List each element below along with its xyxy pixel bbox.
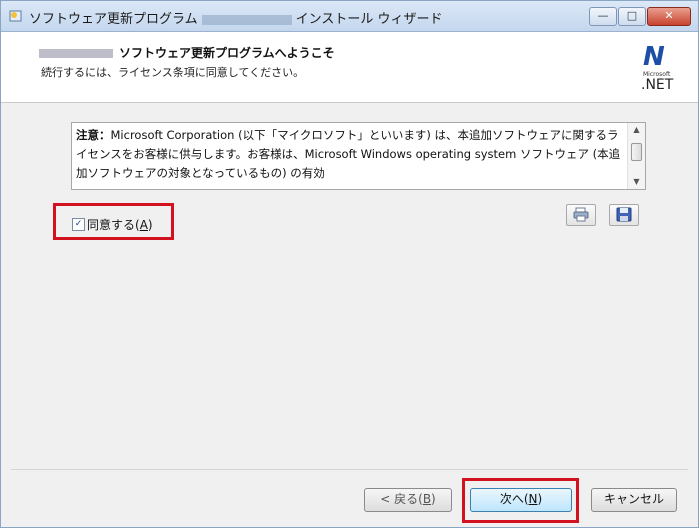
installer-window: ソフトウェア更新プログラム インストール ウィザード — □ ✕ ソフトウェア更新… <box>0 0 699 528</box>
back-label-suffix: ) <box>431 492 436 506</box>
agree-highlight: ✓ 同意する(A) <box>53 203 174 240</box>
window-title-prefix: ソフトウェア更新プログラム <box>29 12 198 27</box>
dotnet-text: .NET <box>641 77 674 93</box>
maximize-icon: □ <box>626 9 638 22</box>
redacted-product <box>39 49 113 58</box>
cancel-button[interactable]: キャンセル <box>591 488 677 512</box>
scroll-thumb[interactable] <box>631 143 642 161</box>
title-bar[interactable]: ソフトウェア更新プログラム インストール ウィザード — □ ✕ <box>1 1 698 32</box>
save-button[interactable] <box>609 204 639 226</box>
dotnet-mark-icon: N <box>643 42 665 72</box>
next-label-prefix: 次へ( <box>499 492 529 506</box>
dotnet-logo: N Microsoft .NET <box>641 44 681 96</box>
agree-checkbox[interactable]: ✓ <box>72 218 85 231</box>
back-label-prefix: < 戻る( <box>380 492 423 506</box>
window-title-suffix: インストール ウィザード <box>295 12 443 27</box>
agree-label[interactable]: 同意する(A) <box>87 216 153 233</box>
agree-accesskey: A <box>139 218 148 232</box>
next-button[interactable]: 次へ(N) <box>470 488 572 512</box>
save-icon <box>616 207 632 222</box>
scroll-down-icon[interactable]: ▼ <box>628 175 645 189</box>
minimize-button[interactable]: — <box>589 7 617 26</box>
print-icon <box>573 207 589 222</box>
wizard-heading-text: ソフトウェア更新プログラムへようこそ <box>119 46 335 60</box>
redacted-version <box>201 14 292 25</box>
footer-divider <box>11 469 688 470</box>
back-button[interactable]: < 戻る(B) <box>364 488 452 512</box>
window-title: ソフトウェア更新プログラム インストール ウィザード <box>29 8 443 27</box>
license-textbox[interactable]: 注意：Microsoft Corporation (以下「マイクロソフト」といい… <box>71 122 646 190</box>
license-body: Microsoft Corporation (以下「マイクロソフト」といいます)… <box>76 128 621 180</box>
maximize-button[interactable]: □ <box>618 7 646 26</box>
scroll-up-icon[interactable]: ▲ <box>628 123 645 137</box>
license-scrollbar[interactable]: ▲ ▼ <box>627 123 645 189</box>
close-button[interactable]: ✕ <box>647 7 691 26</box>
license-text: 注意：Microsoft Corporation (以下「マイクロソフト」といい… <box>76 126 624 183</box>
print-button[interactable] <box>566 204 596 226</box>
installer-app-icon <box>9 10 22 22</box>
agree-label-suffix: ) <box>147 218 153 232</box>
back-accesskey: B <box>422 492 432 506</box>
license-notice-label: 注意： <box>76 128 111 142</box>
wizard-subtitle: 続行するには、ライセンス条項に同意してください。 <box>41 66 305 79</box>
agree-label-prefix: 同意する( <box>87 218 140 232</box>
close-icon: ✕ <box>664 9 674 22</box>
wizard-heading: ソフトウェア更新プログラムへようこそ <box>39 44 335 61</box>
next-label-suffix: ) <box>537 492 543 506</box>
minimize-icon: — <box>597 9 609 22</box>
wizard-header: ソフトウェア更新プログラムへようこそ 続行するには、ライセンス条項に同意してくだ… <box>1 32 698 103</box>
